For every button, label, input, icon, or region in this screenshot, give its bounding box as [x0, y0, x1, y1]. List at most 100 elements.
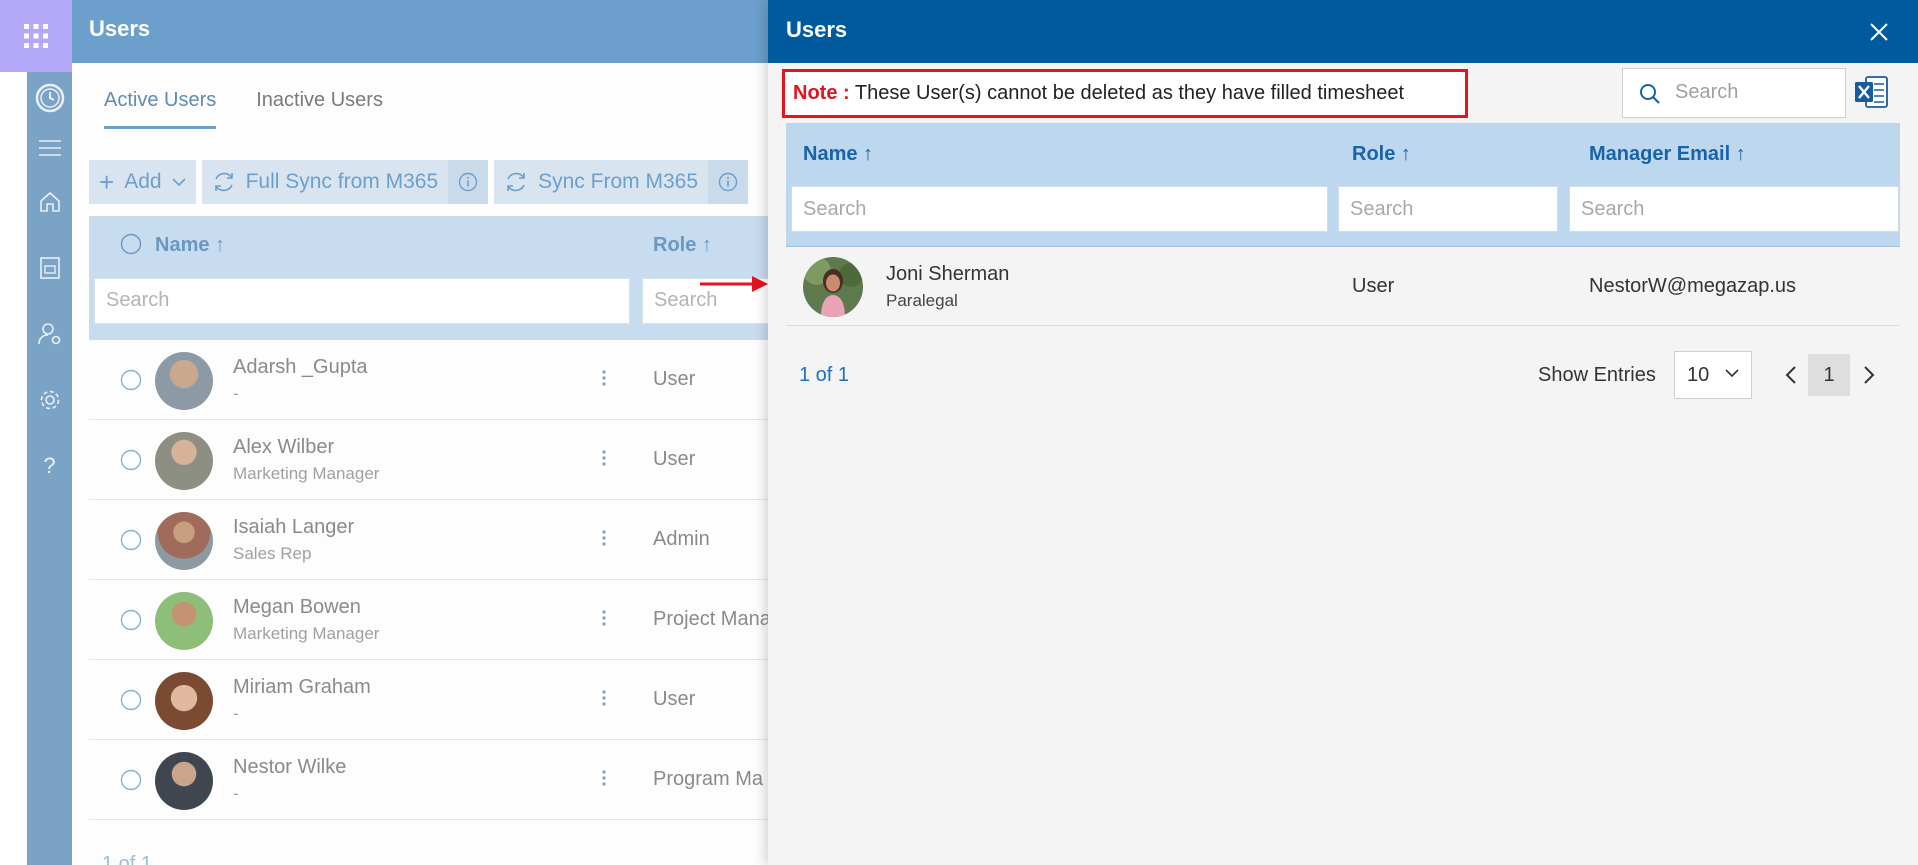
toolbar: + Add Full Sync from M365 Sync From M365 — [89, 160, 749, 204]
table-row[interactable]: Megan Bowen Marketing Manager Project Ma… — [89, 580, 789, 660]
table-row[interactable]: Joni Sherman Paralegal User NestorW@mega… — [786, 247, 1900, 326]
table-row[interactable]: Isaiah Langer Sales Rep Admin — [89, 500, 789, 580]
search-input[interactable] — [1675, 81, 1835, 104]
note-label: Note : — [793, 82, 850, 104]
user-title: Sales Rep — [233, 544, 312, 563]
table-header: Name ↑ Role ↑ Manager Email ↑ — [786, 123, 1900, 247]
column-header-role[interactable]: Role ↑ — [653, 234, 712, 257]
table-row[interactable]: Nestor Wilke - Program Ma — [89, 740, 789, 820]
pagination-info: 1 of 1 — [799, 364, 850, 386]
full-sync-button[interactable]: Full Sync from M365 — [201, 160, 449, 204]
delete-warning-note: Note : These User(s) cannot be deleted a… — [782, 69, 1468, 118]
user-title: Marketing Manager — [233, 464, 380, 483]
chevron-right-icon — [1864, 366, 1875, 384]
page-number-button[interactable]: 1 — [1808, 354, 1850, 396]
dialog-search-box[interactable] — [1622, 68, 1846, 118]
close-icon — [1870, 23, 1888, 41]
avatar — [803, 257, 863, 317]
red-arrow-annotation — [700, 276, 768, 292]
row-select-radio[interactable] — [120, 769, 142, 791]
pagination-info: 1 of 1 — [102, 853, 153, 865]
more-options-icon[interactable] — [601, 528, 607, 548]
avatar — [155, 432, 213, 490]
timesheet-icon[interactable] — [27, 254, 72, 282]
home-icon[interactable] — [27, 188, 72, 216]
row-select-radio[interactable] — [120, 529, 142, 551]
undeletable-users-table: Name ↑ Role ↑ Manager Email ↑ Search Sea… — [786, 123, 1900, 326]
export-excel-icon[interactable] — [1854, 74, 1888, 110]
manager-email-filter — [1569, 186, 1899, 232]
table-row[interactable]: Miriam Graham - User — [89, 660, 789, 740]
tab-active-users[interactable]: Active Users — [104, 85, 217, 129]
user-title: - — [233, 704, 239, 723]
sync-icon — [507, 172, 525, 192]
user-name: Nestor Wilke — [233, 756, 347, 778]
name-filter-input[interactable]: Search — [94, 278, 630, 324]
user-name: Alex Wilber — [233, 436, 335, 458]
full-sync-info-button[interactable] — [448, 160, 489, 204]
avatar — [155, 352, 213, 410]
name-filter — [791, 186, 1328, 232]
select-all-radio[interactable] — [120, 233, 142, 255]
users-table: Name ↑ Role ↑ Search Search Adarsh _Gupt… — [89, 216, 789, 820]
column-header-name[interactable]: Name ↑ — [155, 234, 225, 257]
users-dialog: Users Note : These User(s) cannot be del… — [768, 0, 1918, 865]
avatar — [155, 752, 213, 810]
more-options-icon[interactable] — [601, 368, 607, 388]
user-name: Miriam Graham — [233, 676, 371, 698]
user-settings-icon[interactable] — [27, 320, 72, 348]
gear-icon[interactable] — [27, 386, 72, 414]
user-title: - — [233, 784, 239, 803]
user-name: Megan Bowen — [233, 596, 361, 618]
chevron-left-icon — [1785, 366, 1796, 384]
row-select-radio[interactable] — [120, 689, 142, 711]
name-filter-input[interactable] — [792, 187, 1327, 231]
manager-email-filter-input[interactable] — [1570, 187, 1898, 231]
entries-per-page-select[interactable]: 10 — [1674, 351, 1752, 399]
user-role: Program Ma — [653, 768, 764, 790]
hamburger-menu-icon[interactable] — [27, 134, 72, 162]
info-icon — [458, 172, 478, 192]
column-header-manager-email[interactable]: Manager Email ↑ — [1589, 143, 1746, 166]
left-rail: ? — [27, 72, 72, 865]
user-role: User — [1352, 275, 1395, 297]
manager-email: NestorW@megazap.us — [1589, 275, 1797, 297]
row-select-radio[interactable] — [120, 609, 142, 631]
close-button[interactable] — [1864, 17, 1894, 47]
app-launcher-button[interactable] — [0, 0, 72, 72]
previous-page-button[interactable] — [1776, 359, 1806, 391]
sync-info-button[interactable] — [708, 160, 749, 204]
tab-inactive-users[interactable]: Inactive Users — [256, 85, 383, 129]
more-options-icon[interactable] — [601, 448, 607, 468]
more-options-icon[interactable] — [601, 608, 607, 628]
user-role: User — [653, 688, 696, 710]
row-select-radio[interactable] — [120, 369, 142, 391]
table-row[interactable]: Alex Wilber Marketing Manager User — [89, 420, 789, 500]
role-filter-input[interactable] — [1339, 187, 1557, 231]
user-title: Paralegal — [886, 291, 958, 310]
more-options-icon[interactable] — [601, 768, 607, 788]
app-title: Users — [89, 16, 151, 41]
clock-logo-icon[interactable] — [27, 83, 72, 113]
chevron-down-icon — [171, 178, 186, 187]
user-role: User — [653, 448, 696, 470]
avatar — [155, 592, 213, 650]
user-name: Adarsh _Gupta — [233, 356, 368, 378]
more-options-icon[interactable] — [601, 688, 607, 708]
role-filter — [1338, 186, 1558, 232]
show-entries-label: Show Entries — [1538, 364, 1656, 386]
user-role: User — [653, 368, 696, 390]
user-tabs: Active Users Inactive Users — [104, 85, 383, 129]
row-select-radio[interactable] — [120, 449, 142, 471]
user-name: Joni Sherman — [886, 263, 1010, 285]
sync-button[interactable]: Sync From M365 — [494, 160, 709, 204]
next-page-button[interactable] — [1854, 359, 1884, 391]
column-header-role[interactable]: Role ↑ — [1352, 143, 1411, 166]
table-row[interactable]: Adarsh _Gupta - User — [89, 340, 789, 420]
entries-value: 10 — [1687, 364, 1710, 386]
add-button[interactable]: + Add — [89, 160, 196, 204]
note-text: These User(s) cannot be deleted as they … — [849, 82, 1405, 104]
help-icon[interactable]: ? — [27, 452, 72, 480]
column-header-name[interactable]: Name ↑ — [803, 143, 873, 166]
plus-icon: + — [99, 167, 115, 197]
